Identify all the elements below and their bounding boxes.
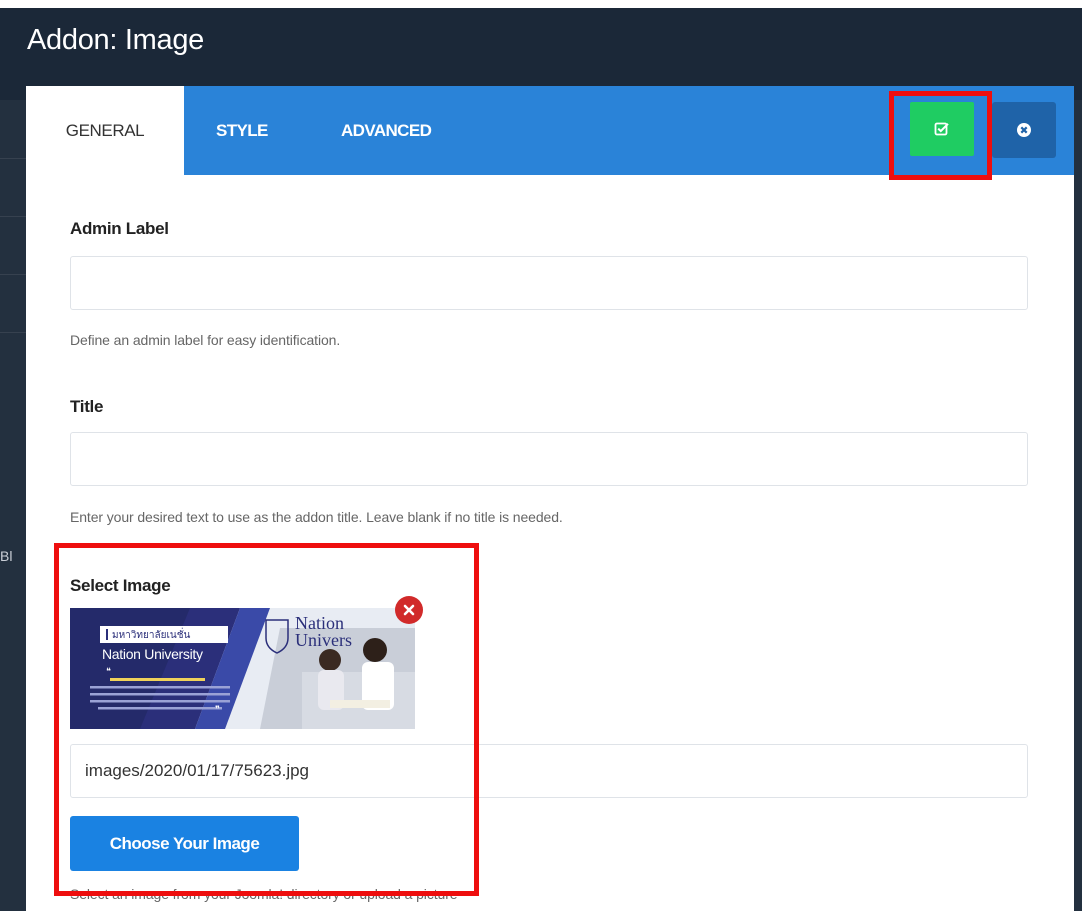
background-sidebar [0,100,27,911]
thumbnail-badge-text: มหาวิทยาลัยเนชั่น [112,630,191,641]
background-right-edge [1074,100,1082,911]
admin-label-label: Admin Label [70,219,169,238]
tab-style[interactable]: STYLE [216,86,268,175]
admin-label-help: Define an admin label for easy identific… [70,332,341,348]
admin-label-input[interactable] [70,256,1028,310]
thumbnail-brand-text: Nation University [102,646,203,662]
remove-image-button[interactable] [395,596,423,624]
tab-bar: GENERAL STYLE ADVANCED [26,86,1074,175]
thumbnail-logo-line2: Univers [295,630,352,650]
svg-text:❝: ❝ [106,667,111,677]
image-thumbnail: ❝ ❞ มหาวิทยาลัยเนชั่น Nation University … [70,608,415,729]
select-image-label: Select Image [70,576,171,595]
title-label: Title [70,397,104,416]
choose-image-button[interactable]: Choose Your Image [70,816,299,871]
modal-title: Addon: Image [27,24,204,56]
title-help: Enter your desired text to use as the ad… [70,509,563,525]
background-peek-text: Bl [0,548,13,564]
close-icon [403,604,415,616]
tab-advanced[interactable]: ADVANCED [341,86,432,175]
check-square-icon [934,122,949,136]
close-button[interactable] [992,102,1056,158]
addon-modal: GENERAL STYLE ADVANCED Admin Label Defin… [26,86,1074,911]
svg-text:❞: ❞ [215,705,220,715]
image-path-input[interactable] [70,744,1028,798]
select-image-help: Select an image from your Joomla! direct… [70,886,458,902]
top-edge [0,0,1082,8]
title-input[interactable] [70,432,1028,486]
apply-button[interactable] [910,102,974,156]
times-circle-icon [1017,123,1031,137]
tab-general[interactable]: GENERAL [26,86,184,175]
